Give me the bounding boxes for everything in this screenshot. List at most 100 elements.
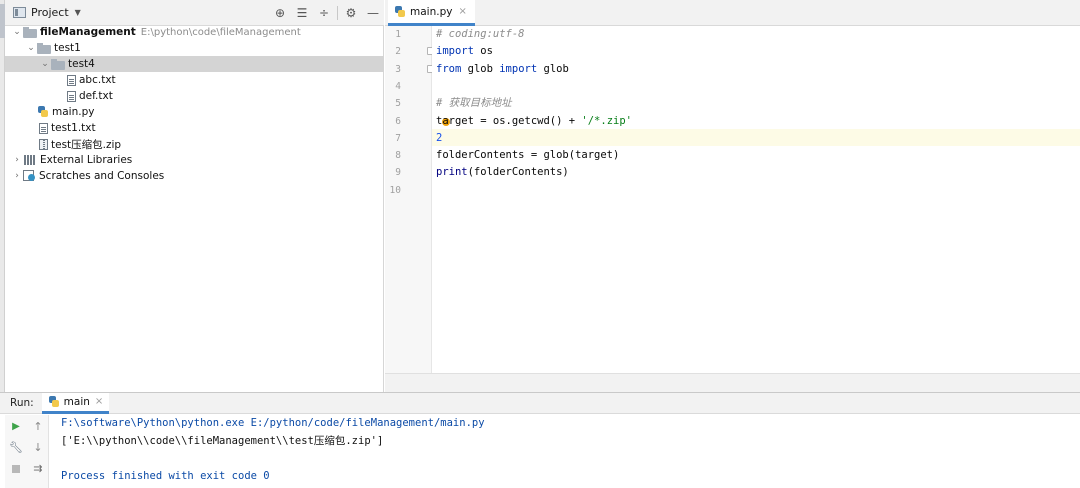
python-file-icon bbox=[37, 106, 49, 118]
folder-icon bbox=[37, 42, 51, 54]
tree-item-label: Scratches and Consoles bbox=[39, 170, 165, 182]
close-icon[interactable]: × bbox=[458, 6, 466, 17]
chevron-down-icon[interactable]: ⌄ bbox=[11, 27, 23, 37]
rerun-icon[interactable]: ▶ bbox=[9, 419, 23, 433]
tree-item[interactable]: def.txt bbox=[5, 88, 384, 104]
wrench-icon[interactable]: 🔧︎ bbox=[9, 440, 23, 454]
stop-icon[interactable] bbox=[9, 462, 23, 476]
line-number: 10 bbox=[389, 184, 401, 196]
project-panel: Project ▼ ⊕ ☰ ÷ ⚙ — ⌄ fileManagement E:\py… bbox=[5, 0, 384, 392]
editor-gutter: 1 2 3 4 5 6 7 8 9 10 bbox=[385, 26, 435, 373]
tree-item[interactable]: ⌄ test4 bbox=[5, 56, 384, 72]
line-number: 2 bbox=[395, 46, 401, 58]
locate-icon[interactable]: ⊕ bbox=[269, 0, 291, 26]
code-line: target = os.getcwd() + '/*.zip' bbox=[436, 113, 632, 130]
code-token: import bbox=[436, 45, 474, 58]
folder-icon bbox=[51, 58, 65, 70]
code-line: from glob import glob bbox=[436, 61, 569, 78]
text-file-icon bbox=[67, 90, 76, 102]
project-header: Project ▼ ⊕ ☰ ÷ ⚙ — bbox=[5, 0, 384, 26]
editor-tab-bar: main.py × bbox=[385, 0, 1080, 26]
tree-item-label: test4 bbox=[68, 58, 95, 70]
tree-item-label: main.py bbox=[52, 106, 95, 118]
tree-item-label: test压缩包.zip bbox=[51, 138, 122, 151]
tree-item-label: test1.txt bbox=[51, 122, 96, 134]
minimize-icon[interactable]: — bbox=[362, 0, 384, 26]
project-title[interactable]: Project bbox=[31, 6, 69, 19]
code-token: glob bbox=[461, 62, 500, 75]
scratches-icon bbox=[23, 170, 36, 182]
code-line: # 获取目标地址 bbox=[436, 95, 512, 112]
code-token: # coding:utf-8 bbox=[436, 28, 525, 40]
tree-item[interactable]: ⌄ test1 bbox=[5, 40, 384, 56]
tree-item[interactable]: abc.txt bbox=[5, 72, 384, 88]
console-line: F:\software\Python\python.exe E:/python/… bbox=[61, 417, 485, 429]
console-output[interactable]: F:\software\Python\python.exe E:/python/… bbox=[61, 415, 1076, 488]
python-file-icon bbox=[394, 5, 406, 18]
arrow-up-icon[interactable]: ↑ bbox=[31, 419, 45, 433]
code-line: # coding:utf-8 bbox=[436, 26, 525, 43]
line-number: 7 bbox=[395, 132, 401, 144]
line-number: 8 bbox=[395, 150, 401, 162]
code-token: import bbox=[499, 62, 538, 75]
zip-file-icon bbox=[39, 138, 48, 150]
code-token: target = os.getcwd() + bbox=[436, 114, 582, 127]
run-header: Run: main × bbox=[0, 392, 1080, 414]
run-tab-label: main bbox=[63, 395, 90, 408]
line-number: 4 bbox=[395, 80, 401, 92]
expand-all-icon[interactable]: ☰ bbox=[291, 0, 313, 26]
code-token: folderContents = glob(target) bbox=[436, 149, 620, 162]
run-title: Run: bbox=[10, 397, 34, 409]
code-line: 2 bbox=[436, 130, 442, 147]
tree-item[interactable]: test1.txt bbox=[5, 120, 384, 136]
close-icon[interactable]: × bbox=[95, 396, 103, 407]
chevron-down-icon[interactable]: ⌄ bbox=[25, 43, 37, 53]
tree-item[interactable]: › Scratches and Consoles bbox=[5, 168, 384, 184]
line-number: 9 bbox=[395, 167, 401, 179]
tree-item-label: abc.txt bbox=[79, 74, 116, 86]
code-token: glob bbox=[537, 62, 569, 75]
code-token: from bbox=[436, 62, 462, 75]
tree-item-label: fileManagement bbox=[40, 26, 136, 38]
tree-item-label: External Libraries bbox=[40, 154, 133, 166]
chevron-right-icon[interactable]: › bbox=[11, 171, 23, 181]
tree-item[interactable]: ⌄ fileManagement E:\python\code\fileManage… bbox=[5, 24, 384, 40]
python-run-icon bbox=[48, 395, 60, 408]
code-line: folderContents = glob(target) bbox=[436, 147, 619, 164]
code-token: os bbox=[473, 45, 493, 58]
text-file-icon bbox=[39, 122, 48, 134]
tree-item-label: test1 bbox=[54, 42, 81, 54]
collapse-all-icon[interactable]: ÷ bbox=[313, 0, 335, 26]
line-number: 3 bbox=[395, 63, 401, 75]
soft-wrap-icon[interactable]: ⇉ bbox=[31, 461, 45, 475]
code-token: (folderContents) bbox=[467, 166, 569, 179]
code-token: print bbox=[436, 166, 468, 179]
arrow-down-icon[interactable]: ↓ bbox=[31, 440, 45, 454]
tree-item[interactable]: test压缩包.zip bbox=[5, 136, 384, 152]
tree-item[interactable]: main.py bbox=[5, 104, 384, 120]
editor-tab-main-py[interactable]: main.py × bbox=[388, 0, 475, 26]
code-line: import os bbox=[436, 43, 493, 60]
project-toolbar: ⊕ ☰ ÷ ⚙ — bbox=[269, 0, 384, 26]
editor-breadcrumb-bar bbox=[385, 373, 1080, 392]
tree-item-label: def.txt bbox=[79, 90, 113, 102]
current-line-highlight bbox=[432, 129, 1080, 146]
line-number: 1 bbox=[395, 29, 401, 40]
chevron-down-icon[interactable]: ▼ bbox=[75, 8, 81, 17]
project-tree: ⌄ fileManagement E:\python\code\fileManage… bbox=[5, 24, 384, 184]
editor-tab-label: main.py bbox=[410, 5, 453, 18]
library-icon bbox=[23, 154, 37, 166]
toolbar-divider bbox=[337, 6, 338, 20]
run-tab-main[interactable]: main × bbox=[41, 392, 110, 414]
chevron-down-icon[interactable]: ⌄ bbox=[39, 59, 51, 69]
line-number: 6 bbox=[395, 115, 401, 127]
project-icon bbox=[13, 7, 26, 18]
gear-icon[interactable]: ⚙ bbox=[340, 0, 362, 26]
run-toolbar: ▶ ↑ 🔧︎ ↓ ⇉ bbox=[5, 415, 49, 488]
console-line: ['E:\\python\\code\\fileManagement\\test… bbox=[61, 434, 384, 447]
code-editor[interactable]: # coding:utf-8 import os from glob import … bbox=[432, 26, 1080, 373]
tree-item[interactable]: › External Libraries bbox=[5, 152, 384, 168]
chevron-right-icon[interactable]: › bbox=[11, 155, 23, 165]
line-number: 5 bbox=[395, 98, 401, 110]
code-token: # 获取目标地址 bbox=[436, 97, 512, 110]
